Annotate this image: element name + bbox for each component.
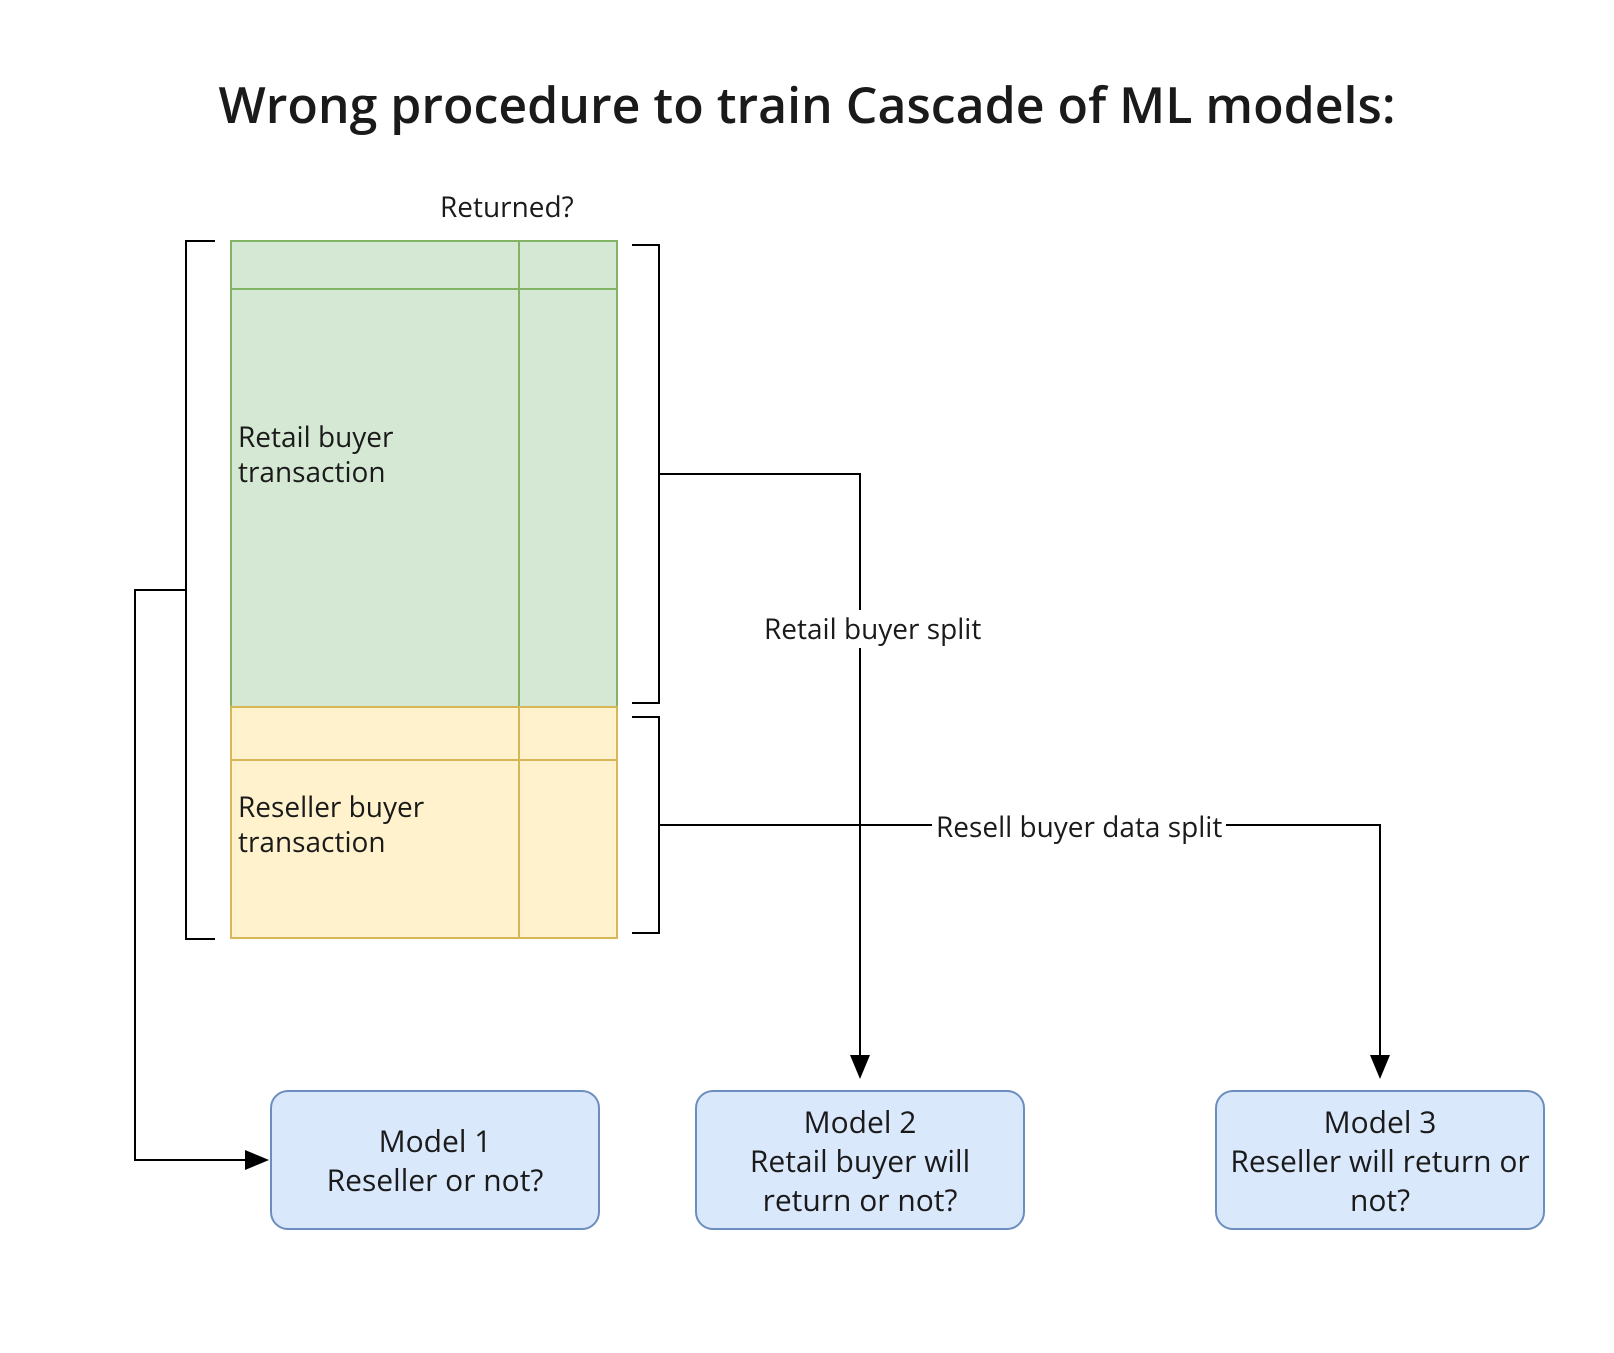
- reseller-label: Reseller buyer transaction: [238, 790, 424, 860]
- left-bracket: [185, 240, 215, 940]
- retail-body-cell-right: [518, 288, 618, 708]
- retail-header-cell-right: [518, 240, 618, 290]
- retail-header-cell-left: [230, 240, 520, 290]
- edge-label-resell-split: Resell buyer data split: [932, 808, 1226, 846]
- retail-label: Retail buyer transaction: [238, 420, 393, 490]
- retail-body-cell-left: [230, 288, 520, 708]
- diagram-canvas: Wrong procedure to train Cascade of ML m…: [0, 0, 1614, 1353]
- diagram-title: Wrong procedure to train Cascade of ML m…: [0, 70, 1614, 138]
- edge-label-retail-split: Retail buyer split: [760, 610, 985, 648]
- right-bracket-retail: [632, 244, 660, 704]
- column-header-returned: Returned?: [440, 190, 574, 225]
- reseller-header-cell-left: [230, 706, 520, 761]
- reseller-body-cell-right: [518, 759, 618, 939]
- reseller-header-cell-right: [518, 706, 618, 761]
- right-bracket-reseller: [632, 716, 660, 934]
- model-3-box: Model 3 Reseller will return or not?: [1215, 1090, 1545, 1230]
- model-2-box: Model 2 Retail buyer will return or not?: [695, 1090, 1025, 1230]
- model-1-box: Model 1 Reseller or not?: [270, 1090, 600, 1230]
